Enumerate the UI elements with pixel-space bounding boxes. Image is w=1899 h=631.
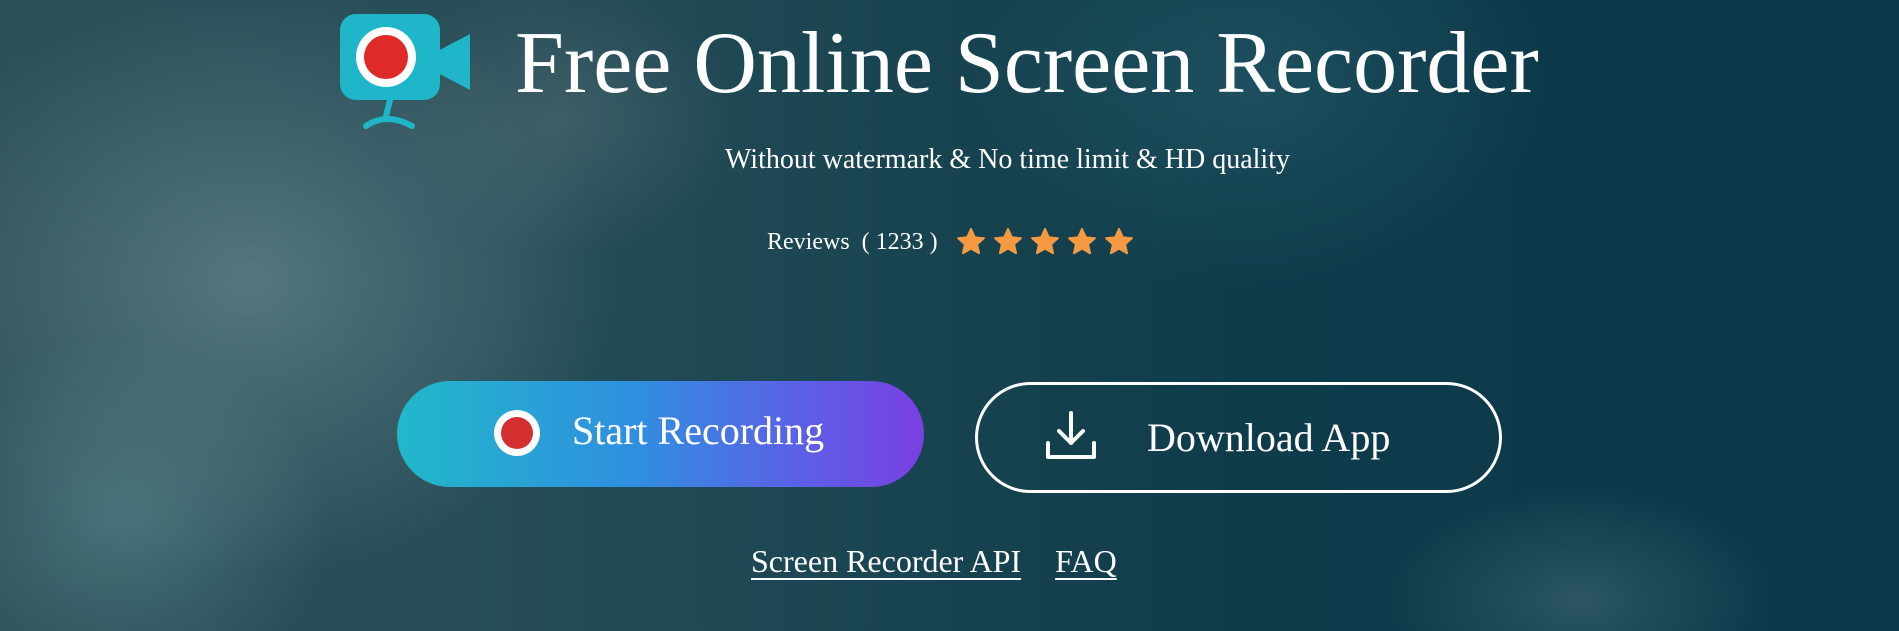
footer-links: Screen Recorder API FAQ <box>751 543 1117 580</box>
record-icon <box>494 410 540 456</box>
start-recording-button[interactable]: Start Recording <box>397 381 924 487</box>
download-app-label: Download App <box>1147 415 1391 460</box>
star-icon <box>1067 227 1096 255</box>
star-icon <box>1104 227 1133 255</box>
link-spacer <box>1021 543 1055 580</box>
subtitle: Without watermark & No time limit & HD q… <box>724 144 1290 175</box>
download-icon <box>1046 411 1096 459</box>
hero-section: Free Online Screen Recorder Without wate… <box>0 0 1899 631</box>
star-icon <box>1030 227 1059 255</box>
download-app-button[interactable]: Download App <box>975 382 1502 493</box>
screen-recorder-api-link[interactable]: Screen Recorder API <box>751 543 1021 580</box>
reviews-label: Reviews <box>767 228 850 255</box>
reviews-paren-open: ( <box>861 228 870 255</box>
star-icon <box>993 227 1022 255</box>
page-title: Free Online Screen Recorder <box>515 15 1539 112</box>
reviews-summary: Reviews ( 1233 ) <box>767 224 1141 260</box>
reviews-count: 1233 <box>875 228 924 255</box>
reviews-paren-close: ) <box>929 228 938 255</box>
start-recording-label: Start Recording <box>572 408 825 453</box>
camera-record-logo-icon <box>340 14 470 129</box>
faq-link[interactable]: FAQ <box>1055 543 1117 580</box>
star-icon <box>956 227 985 255</box>
star-rating <box>956 227 1141 257</box>
